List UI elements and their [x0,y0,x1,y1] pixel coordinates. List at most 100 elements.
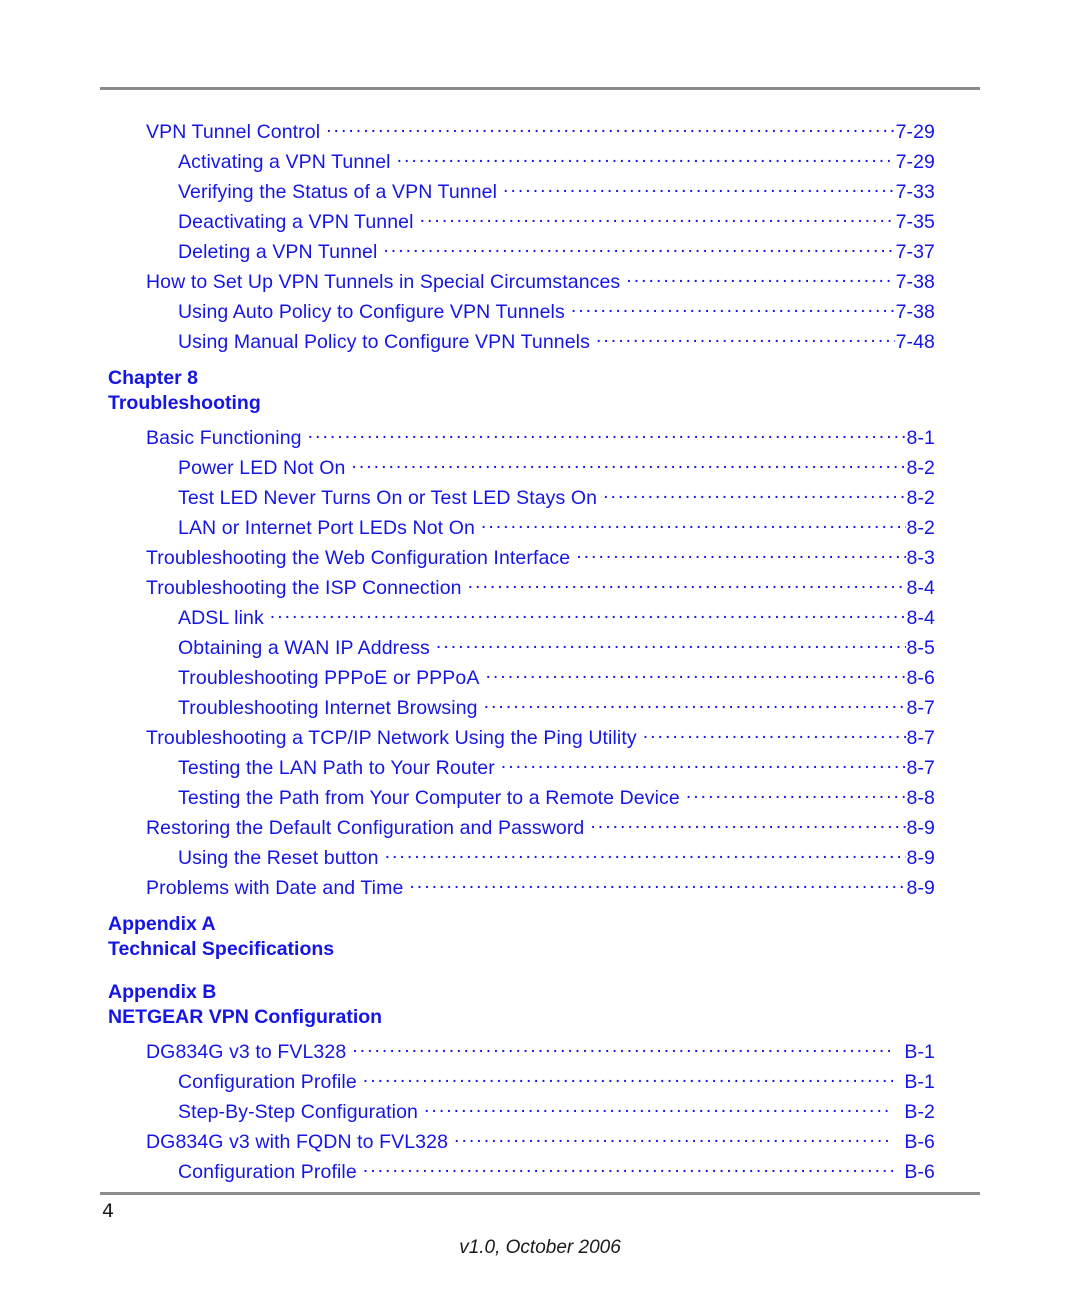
toc-entry[interactable]: Activating a VPN Tunnel 7-29 [0,148,1080,178]
toc-entry[interactable]: Configuration Profile B-1 [0,1068,1080,1098]
toc-entry-title: Problems with Date and Time [146,876,404,899]
toc-entry[interactable]: DG834G v3 with FQDN to FVL328 B-6 [0,1128,1080,1158]
toc-entry-title: DG834G v3 to FVL328 [146,1040,347,1063]
header-divider [100,87,980,90]
dot-leader [484,694,906,714]
toc-entry-page-number: 8-2 [906,456,935,479]
toc-entry-title: Using Manual Policy to Configure VPN Tun… [178,330,590,353]
toc-entry-page-number: 7-48 [895,330,935,353]
dot-leader [424,1098,893,1118]
dot-leader [363,1158,894,1178]
footer-version-text: v1.0, October 2006 [459,1237,621,1258]
toc-entry-title: LAN or Internet Port LEDs Not On [178,516,475,539]
toc-entry[interactable]: Troubleshooting the Web Configuration In… [0,544,1080,574]
toc-entry-title: Configuration Profile [178,1070,357,1093]
toc-entry[interactable]: Problems with Date and Time 8-9 [0,874,1080,904]
toc-entry[interactable]: Deactivating a VPN Tunnel 7-35 [0,208,1080,238]
toc-entry[interactable]: Restoring the Default Configuration and … [0,814,1080,844]
toc-entry[interactable]: Configuration Profile B-6 [0,1158,1080,1188]
toc-entry[interactable]: Verifying the Status of a VPN Tunnel 7-33 [0,178,1080,208]
toc-entry-title: Power LED Not On [178,456,346,479]
dot-leader [626,268,894,288]
toc-entry[interactable]: Power LED Not On 8-2 [0,454,1080,484]
toc-entry-page-number: B-1 [904,1040,935,1063]
dot-leader [686,784,906,804]
toc-entry-page-number: 7-38 [895,300,935,323]
toc-entry-title: Deactivating a VPN Tunnel [178,210,414,233]
toc-entry-page-number: 7-29 [895,150,935,173]
table-of-contents: VPN Tunnel Control7-29Activating a VPN T… [0,118,1080,1188]
toc-entry[interactable]: Obtaining a WAN IP Address 8-5 [0,634,1080,664]
toc-entry-title: Troubleshooting Internet Browsing [178,696,478,719]
toc-entry[interactable]: Test LED Never Turns On or Test LED Stay… [0,484,1080,514]
toc-entry[interactable]: LAN or Internet Port LEDs Not On 8-2 [0,514,1080,544]
toc-entry-page-number: 7-38 [895,270,935,293]
toc-entry[interactable]: Using Auto Policy to Configure VPN Tunne… [0,298,1080,328]
toc-entry[interactable]: Testing the LAN Path to Your Router 8-7 [0,754,1080,784]
dot-leader [308,424,906,444]
section-heading: Appendix A Technical Specifications [0,912,1080,961]
dot-leader [576,544,905,564]
dot-leader [485,664,905,684]
toc-entry-page-number: 8-2 [906,486,935,509]
section-heading: Appendix B NETGEAR VPN Configuration [0,980,1080,1029]
toc-entry-title: Restoring the Default Configuration and … [146,816,585,839]
dot-leader [454,1128,893,1148]
toc-entry-page-number: B-1 [904,1070,935,1093]
toc-entry[interactable]: Troubleshooting Internet Browsing 8-7 [0,694,1080,724]
dot-leader [409,874,905,894]
toc-entry-page-number: B-6 [904,1160,935,1183]
toc-entry-page-number: 8-3 [906,546,935,569]
footer-page-number: 4 [102,1200,115,1222]
dot-leader [571,298,895,318]
dot-leader [468,574,906,594]
toc-entry[interactable]: ADSL link 8-4 [0,604,1080,634]
toc-entry-title: Troubleshooting the Web Configuration In… [146,546,571,569]
toc-entry[interactable]: Deleting a VPN Tunnel 7-37 [0,238,1080,268]
toc-entry[interactable]: Troubleshooting the ISP Connection 8-4 [0,574,1080,604]
section-heading-line1: Chapter 8 [108,367,198,389]
toc-entry-title: VPN Tunnel Control [146,120,321,143]
toc-entry-page-number: 8-6 [906,666,935,689]
section-heading-line2: Troubleshooting [108,391,261,414]
toc-entry-title: Step-By-Step Configuration [178,1100,418,1123]
toc-entry-page-number: 8-2 [906,516,935,539]
toc-entry[interactable]: Using the Reset button 8-9 [0,844,1080,874]
toc-entry[interactable]: Basic Functioning 8-1 [0,424,1080,454]
toc-entry-page-number: B-6 [904,1130,935,1153]
toc-entry-title: Troubleshooting the ISP Connection [146,576,462,599]
dot-leader [383,238,894,258]
dot-leader [326,118,894,138]
toc-entry-title: Activating a VPN Tunnel [178,150,391,173]
toc-entry[interactable]: Step-By-Step Configuration B-2 [0,1098,1080,1128]
toc-entry-title: ADSL link [178,606,264,629]
section-heading-line2: Technical Specifications [108,937,335,960]
toc-entry-page-number: 8-8 [906,786,935,809]
toc-entry-page-number: 8-4 [906,576,935,599]
toc-entry[interactable]: VPN Tunnel Control 7-29 [0,118,1080,148]
toc-entry-title: Testing the Path from Your Computer to a… [178,786,680,809]
dot-leader [397,148,895,168]
toc-entry[interactable]: Troubleshooting PPPoE or PPPoA 8-6 [0,664,1080,694]
dot-leader [501,754,906,774]
toc-entry-page-number: 8-9 [906,846,935,869]
toc-entry[interactable]: Testing the Path from Your Computer to a… [0,784,1080,814]
toc-entry[interactable]: Using Manual Policy to Configure VPN Tun… [0,328,1080,358]
toc-entry-title: Configuration Profile [178,1160,357,1183]
dot-leader [503,178,895,198]
toc-entry-title: Testing the LAN Path to Your Router [178,756,495,779]
toc-entry-title: Test LED Never Turns On or Test LED Stay… [178,486,598,509]
toc-entry[interactable]: Troubleshooting a TCP/IP Network Using t… [0,724,1080,754]
toc-entry[interactable]: DG834G v3 to FVL328 B-1 [0,1038,1080,1068]
dot-leader [436,634,906,654]
toc-entry[interactable]: How to Set Up VPN Tunnels in Special Cir… [0,268,1080,298]
toc-entry-title: Using the Reset button [178,846,379,869]
toc-entry-title: Deleting a VPN Tunnel [178,240,378,263]
dot-leader [420,208,895,228]
dot-leader [590,814,905,834]
